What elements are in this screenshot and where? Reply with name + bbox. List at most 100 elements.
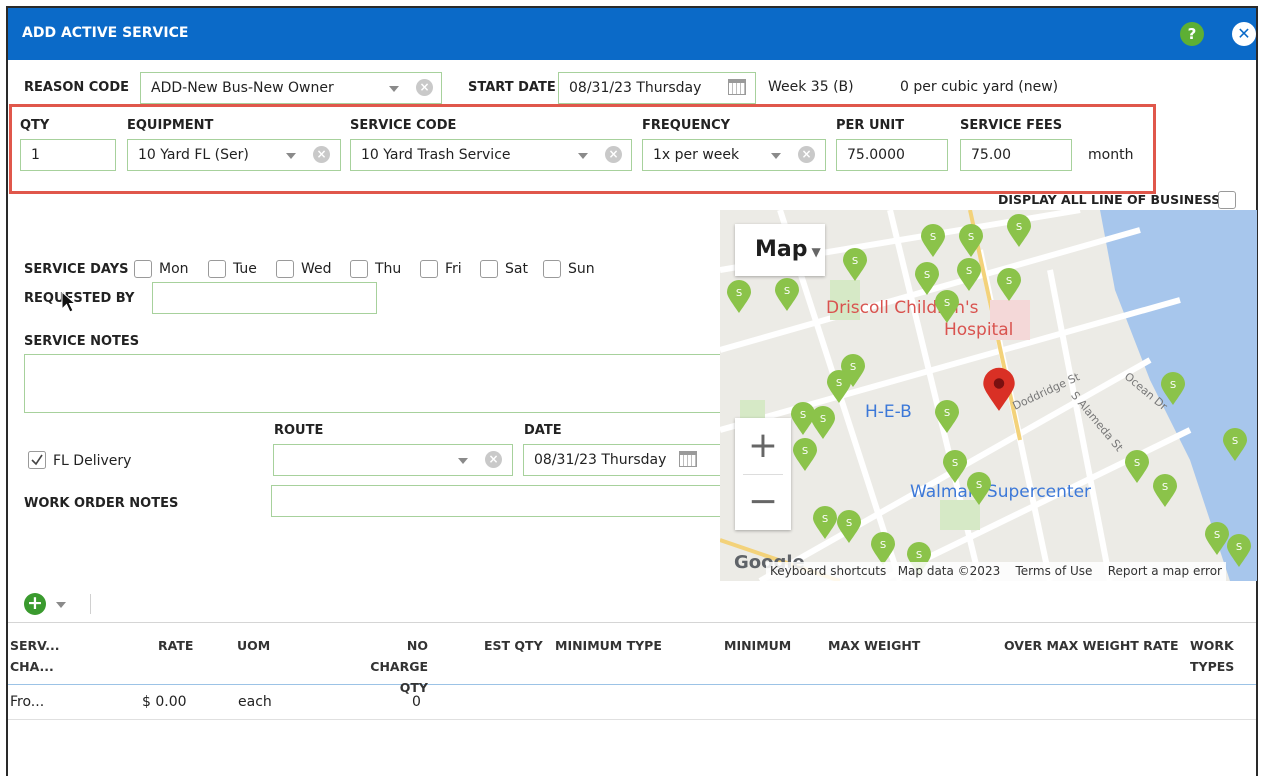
- col-label: SERV...: [10, 638, 60, 653]
- location-marker-icon[interactable]: [982, 366, 1016, 414]
- clear-icon[interactable]: ×: [605, 146, 622, 163]
- fl-delivery-label: FL Delivery: [53, 453, 132, 469]
- clear-icon[interactable]: ×: [313, 146, 330, 163]
- equipment-select[interactable]: 10 Yard FL (Ser): [127, 139, 341, 171]
- service-code-select[interactable]: 10 Yard Trash Service: [350, 139, 632, 171]
- col-over-max-weight-rate[interactable]: OVER MAX WEIGHT RATE: [1004, 635, 1179, 656]
- keyboard-shortcuts-link[interactable]: Keyboard shortcuts: [770, 564, 886, 578]
- chevron-down-icon[interactable]: [286, 153, 296, 159]
- col-minimum[interactable]: MINIMUM: [724, 635, 791, 656]
- col-minimum-type[interactable]: MINIMUM TYPE: [555, 635, 662, 656]
- map-pin-icon[interactable]: S: [1124, 450, 1150, 484]
- zoom-in-button[interactable]: +: [735, 418, 791, 474]
- svg-text:S: S: [1162, 482, 1168, 493]
- work-order-notes-input[interactable]: [271, 485, 723, 517]
- frequency-value: 1x per week: [653, 147, 740, 163]
- checkbox-wed[interactable]: [276, 260, 294, 278]
- qty-input[interactable]: 1: [20, 139, 116, 171]
- map-pin-icon[interactable]: S: [956, 258, 982, 292]
- svg-text:S: S: [1006, 276, 1012, 287]
- map-pin-icon[interactable]: S: [726, 280, 752, 314]
- map-pin-icon[interactable]: S: [920, 224, 946, 258]
- terms-of-use-link[interactable]: Terms of Use: [1015, 564, 1092, 578]
- svg-text:S: S: [1170, 380, 1176, 391]
- chevron-down-icon[interactable]: [771, 153, 781, 159]
- map-pin-icon[interactable]: S: [1152, 474, 1178, 508]
- dialog-titlebar: ADD ACTIVE SERVICE ? ✕: [8, 8, 1256, 60]
- col-max-weight[interactable]: MAX WEIGHT: [828, 635, 920, 656]
- map-type-button[interactable]: Map ▼: [735, 224, 825, 276]
- col-rate[interactable]: RATE: [158, 635, 193, 656]
- map-place-walmart: Walmart Supercenter: [910, 482, 1092, 502]
- map-pin-icon[interactable]: S: [1160, 372, 1186, 406]
- svg-text:S: S: [930, 232, 936, 243]
- checkbox-mon[interactable]: [134, 260, 152, 278]
- map-pin-icon[interactable]: S: [1006, 214, 1032, 248]
- map-view[interactable]: Map ▼ Driscoll Children's Hospital H-E-B …: [720, 210, 1257, 581]
- svg-text:S: S: [1016, 222, 1022, 233]
- reason-code-label: REASON CODE: [24, 80, 130, 95]
- col-label: WORK: [1190, 638, 1234, 653]
- map-pin-icon[interactable]: S: [958, 224, 984, 258]
- clear-icon[interactable]: ×: [798, 146, 815, 163]
- map-pin-icon[interactable]: S: [934, 290, 960, 324]
- map-data-text: Map data ©2023: [897, 564, 1001, 578]
- chevron-down-icon[interactable]: [578, 153, 588, 159]
- close-icon[interactable]: ✕: [1232, 22, 1256, 46]
- map-pin-icon[interactable]: S: [826, 370, 852, 404]
- requested-by-input[interactable]: [152, 282, 377, 314]
- map-pin-icon[interactable]: S: [812, 506, 838, 540]
- svg-text:S: S: [784, 286, 790, 297]
- per-unit-input[interactable]: 75.0000: [836, 139, 948, 171]
- route-select[interactable]: [273, 444, 513, 476]
- table-row[interactable]: Fro... $ 0.00 each 0: [8, 686, 1256, 720]
- report-map-error-link[interactable]: Report a map error: [1108, 564, 1222, 578]
- start-date-field[interactable]: 08/31/23 Thursday: [558, 72, 756, 104]
- map-pin-icon[interactable]: S: [870, 532, 896, 566]
- clear-icon[interactable]: ×: [485, 451, 502, 468]
- display-all-lob-checkbox[interactable]: [1218, 191, 1236, 209]
- map-pin-icon[interactable]: S: [810, 406, 836, 440]
- checkbox-tue[interactable]: [208, 260, 226, 278]
- toolbar-divider: [90, 594, 91, 614]
- map-pin-icon[interactable]: S: [1222, 428, 1248, 462]
- map-pin-icon[interactable]: S: [942, 450, 968, 484]
- checkbox-sun[interactable]: [543, 260, 561, 278]
- chevron-down-icon[interactable]: [389, 86, 399, 92]
- col-est-qty[interactable]: EST QTY: [484, 635, 543, 656]
- map-pin-icon[interactable]: S: [966, 472, 992, 506]
- work-order-notes-label: WORK ORDER NOTES: [24, 496, 179, 511]
- clear-icon[interactable]: ×: [416, 79, 433, 96]
- map-pin-icon[interactable]: S: [934, 400, 960, 434]
- col-uom[interactable]: UOM: [237, 635, 270, 656]
- map-pin-icon[interactable]: S: [996, 268, 1022, 302]
- service-notes-textarea[interactable]: [24, 354, 724, 413]
- add-charge-button[interactable]: +: [24, 593, 46, 615]
- svg-text:S: S: [736, 288, 742, 299]
- service-fees-label: SERVICE FEES: [960, 118, 1063, 133]
- map-pin-icon[interactable]: S: [842, 248, 868, 282]
- help-icon[interactable]: ?: [1180, 22, 1204, 46]
- chevron-down-icon[interactable]: [458, 458, 468, 464]
- service-fees-input[interactable]: 75.00: [960, 139, 1072, 171]
- checkbox-sat[interactable]: [480, 260, 498, 278]
- col-label: NO CHARGE: [370, 638, 428, 674]
- map-pin-icon[interactable]: S: [774, 278, 800, 312]
- col-service-charge[interactable]: SERV... CHA...: [10, 635, 59, 677]
- fl-delivery-checkbox[interactable]: [28, 451, 46, 469]
- zoom-out-button[interactable]: −: [735, 474, 791, 530]
- checkbox-thu[interactable]: [350, 260, 368, 278]
- mouse-cursor-icon: [61, 290, 77, 313]
- calendar-icon[interactable]: [728, 79, 746, 95]
- day-label-fri: Fri: [445, 261, 462, 277]
- checkbox-fri[interactable]: [420, 260, 438, 278]
- frequency-label: FREQUENCY: [642, 118, 731, 133]
- map-pin-icon[interactable]: S: [1226, 534, 1252, 568]
- map-pin-icon[interactable]: S: [792, 438, 818, 472]
- svg-text:S: S: [1134, 458, 1140, 469]
- svg-text:S: S: [976, 480, 982, 491]
- chevron-down-icon[interactable]: [56, 602, 66, 608]
- map-pin-icon[interactable]: S: [836, 510, 862, 544]
- col-work-types[interactable]: WORK TYPES: [1190, 635, 1234, 677]
- calendar-icon[interactable]: [679, 451, 697, 467]
